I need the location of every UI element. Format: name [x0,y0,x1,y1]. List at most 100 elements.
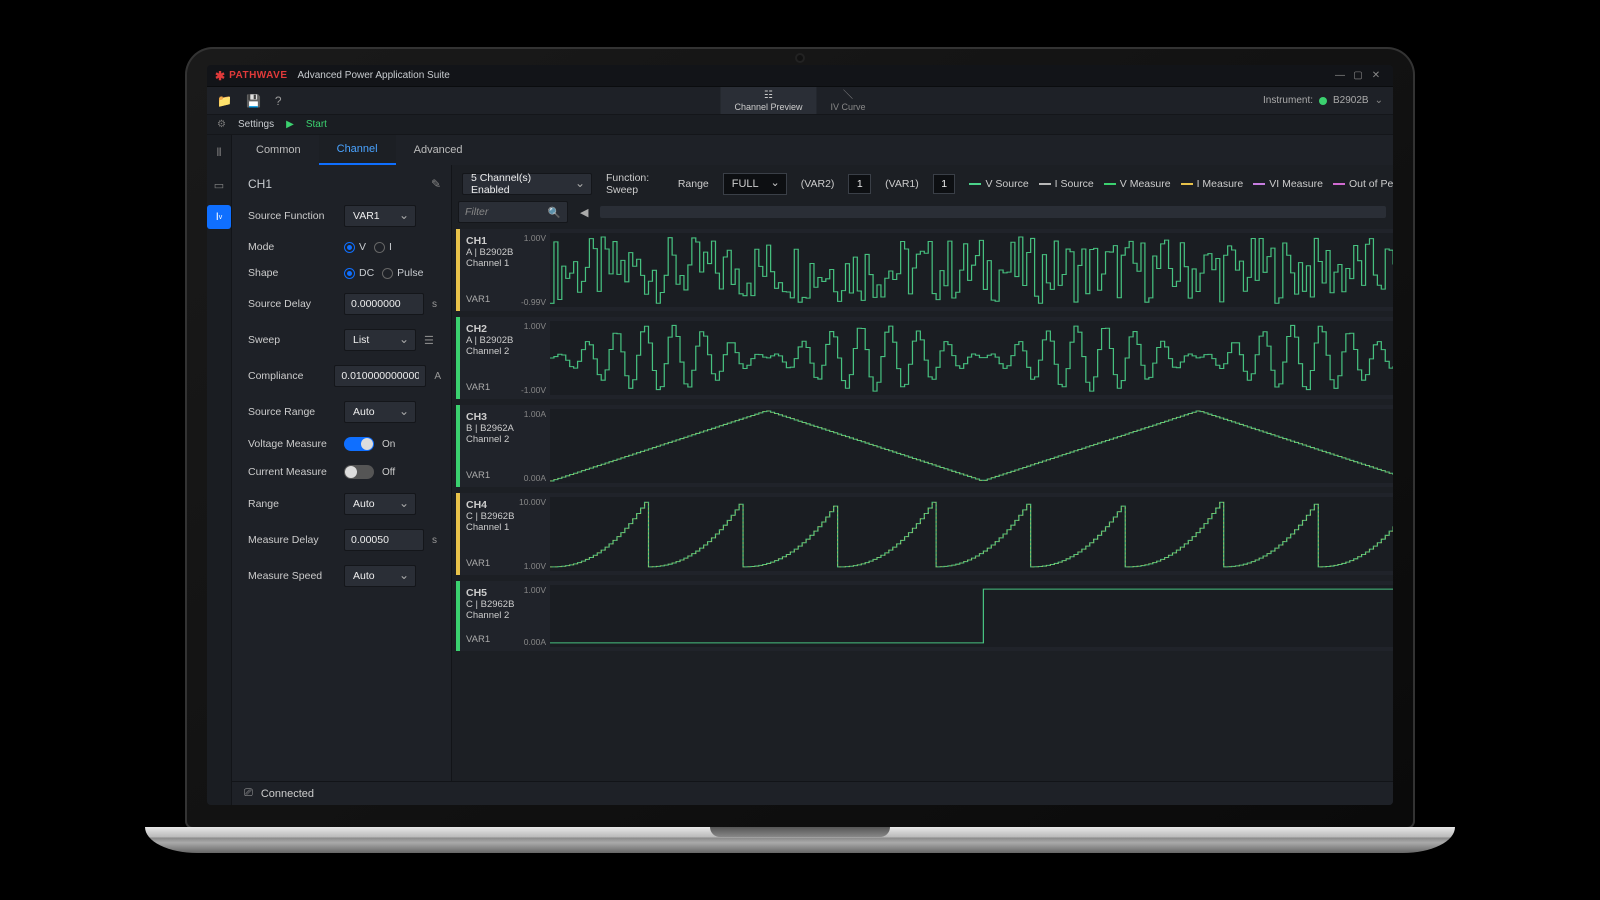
y-min: -1.00V [521,385,546,395]
channel-instrument: A | B2902B [466,247,544,258]
channel-slot: Channel 1 [466,258,544,269]
channel-plot[interactable] [550,321,1393,395]
channel-plot[interactable] [550,585,1393,647]
mode-radio-i[interactable]: I [374,241,392,253]
legend-label: I Measure [1197,178,1244,190]
legend-item: V Source [969,178,1028,190]
sweep-select[interactable]: List [344,329,416,351]
start-label[interactable]: Start [306,119,327,130]
measure-speed-select[interactable]: Auto [344,565,416,587]
legend: V Source I Source V Measure I Measure VI Mea… [969,178,1393,190]
filter-input[interactable]: Filter 🔍 [458,201,568,223]
chart-toolbar: 5 Channel(s) Enabled Function: Sweep Ran… [456,169,1393,199]
rail-item-stats[interactable]: ⫴ [207,141,231,165]
channel-plot[interactable] [550,233,1393,307]
channel-row[interactable]: CH3 B | B2962A Channel 2 VAR1 1.00A 0.00… [456,405,1393,487]
app-window: ✱ PATHWAVE Advanced Power Application Su… [207,65,1393,805]
channel-list: CH1 A | B2902B Channel 1 VAR1 1.00V -0.9… [456,229,1393,651]
sweep-list-edit-icon[interactable]: ☰ [424,334,434,347]
measure-speed-label: Measure Speed [248,570,336,582]
legend-label: V Measure [1120,178,1171,190]
rail-item-iv[interactable]: Iv [207,205,231,229]
legend-item: VI Measure [1253,178,1323,190]
channel-slot: Channel 2 [466,434,544,445]
iv-curve-icon: ＼ [831,91,866,101]
minimize-button[interactable]: — [1331,70,1349,81]
timeline-scrollbar[interactable] [600,206,1386,218]
rail-item-monitor[interactable]: ▭ [207,173,231,197]
laptop-frame: ✱ PATHWAVE Advanced Power Application Su… [185,47,1415,853]
shape-radio-pulse[interactable]: Pulse [382,267,423,279]
status-bar: ⎚ Connected 💬 [232,781,1393,805]
channel-slot: Channel 2 [466,346,544,357]
legend-item: I Source [1039,178,1094,190]
start-play-icon[interactable]: ▶ [286,119,294,130]
legend-item: V Measure [1104,178,1171,190]
current-measure-toggle[interactable] [344,465,374,479]
range-select[interactable]: FULL [723,173,787,195]
var1-stepper[interactable]: 1 [933,174,956,194]
var1-label: (VAR1) [885,178,919,190]
legend-swatch [1181,183,1193,185]
channel-plot[interactable] [550,497,1393,571]
save-icon[interactable]: 💾 [246,94,261,108]
channel-instrument: B | B2962A [466,423,544,434]
legend-swatch [1333,183,1345,185]
voltage-measure-toggle[interactable] [344,437,374,451]
maximize-button[interactable]: ▢ [1349,70,1367,81]
source-range-select[interactable]: Auto [344,401,416,423]
source-range-label: Source Range [248,406,336,418]
shape-radio-dc[interactable]: DC [344,267,374,279]
close-button[interactable]: ✕ [1367,70,1385,81]
tab-common[interactable]: Common [238,135,319,165]
left-rail: ⫴ ▭ Iv [207,135,232,805]
view-iv-curve[interactable]: ＼ IV Curve [817,87,880,114]
channel-row[interactable]: CH1 A | B2902B Channel 1 VAR1 1.00V -0.9… [456,229,1393,311]
y-max: 1.00A [524,409,546,419]
edit-channel-icon[interactable]: ✎ [431,177,441,191]
help-icon[interactable]: ? [275,94,282,108]
var2-stepper[interactable]: 1 [848,174,871,194]
channel-name: CH1 [248,177,272,191]
channel-instrument: C | B2962B [466,599,544,610]
compliance-input[interactable] [334,365,426,387]
shape-label: Shape [248,267,336,279]
channel-instrument: C | B2962B [466,511,544,522]
source-function-select[interactable]: VAR1 [344,205,416,227]
instrument-selector[interactable]: Instrument: B2902B ⌄ [1263,95,1383,106]
channel-row[interactable]: CH4 C | B2962B Channel 1 VAR1 10.00V 1.0… [456,493,1393,575]
mode-radio-v[interactable]: V [344,241,366,253]
channel-meta: CH5 C | B2962B Channel 2 VAR1 1.00V 0.00… [460,581,550,651]
channels-enabled-select[interactable]: 5 Channel(s) Enabled [462,173,592,195]
content-area: CH1 ✎ Source Function VAR1 Mode V I [232,165,1393,781]
range-select[interactable]: Auto [344,493,416,515]
settings-gear-icon[interactable]: ⚙ [217,119,226,130]
settings-label[interactable]: Settings [238,119,274,130]
filter-placeholder: Filter [465,206,488,218]
channel-instrument: A | B2902B [466,335,544,346]
voltage-measure-state: On [382,439,395,450]
channel-row[interactable]: CH2 A | B2902B Channel 2 VAR1 1.00V -1.0… [456,317,1393,399]
channel-header: CH1 ✎ [248,177,441,191]
sweep-label: Sweep [248,334,336,346]
view-channel-preview[interactable]: ☷ Channel Preview [720,87,816,114]
filter-row: Filter 🔍 ◀ ▶ [456,199,1393,229]
open-folder-icon[interactable]: 📁 [217,94,232,108]
legend-item: Out of Period [1333,178,1393,190]
measure-delay-input[interactable] [344,529,424,551]
tab-advanced[interactable]: Advanced [396,135,481,165]
source-delay-input[interactable] [344,293,424,315]
channel-row[interactable]: CH5 C | B2962B Channel 2 VAR1 1.00V 0.00… [456,581,1393,651]
channel-plot[interactable] [550,409,1393,483]
channel-settings-panel: CH1 ✎ Source Function VAR1 Mode V I [232,165,452,781]
titlebar: ✱ PATHWAVE Advanced Power Application Su… [207,65,1393,87]
range-label: Range [248,498,336,510]
laptop-base [145,827,1455,853]
channel-meta: CH3 B | B2962A Channel 2 VAR1 1.00A 0.00… [460,405,550,487]
scroll-left-icon[interactable]: ◀ [576,206,592,219]
chevron-down-icon: ⌄ [1375,95,1383,106]
brand-logo-icon: ✱ [215,69,225,83]
tab-channel[interactable]: Channel [319,135,396,165]
y-max: 1.00V [524,233,546,243]
connection-icon: ⎚ [244,787,253,800]
